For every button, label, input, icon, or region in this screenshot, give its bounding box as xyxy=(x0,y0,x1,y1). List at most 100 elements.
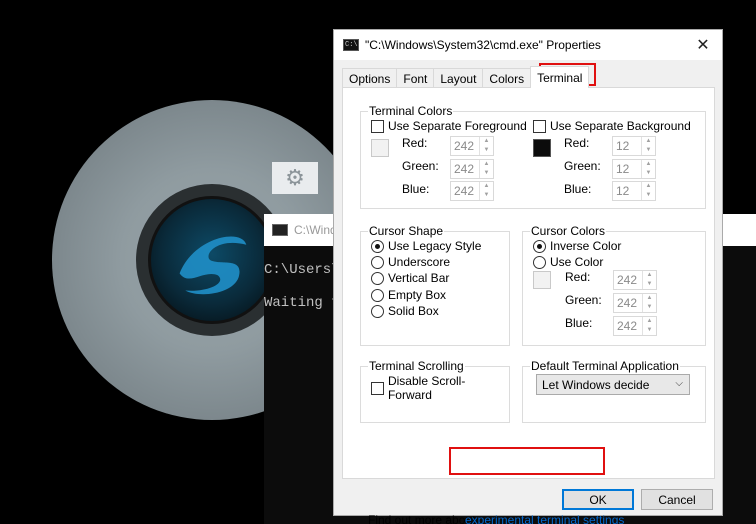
spin-down-icon[interactable]: ▼ xyxy=(642,191,655,200)
dialog-titlebar[interactable]: C:\ "C:\Windows\System32\cmd.exe" Proper… xyxy=(334,30,722,60)
tab-terminal[interactable]: Terminal xyxy=(530,66,590,88)
spin-up-icon[interactable]: ▲ xyxy=(643,271,656,280)
radio-button[interactable] xyxy=(371,239,384,253)
cursor-colors-group: Cursor Colors Inverse Color Use Color Re… xyxy=(522,224,706,346)
group-title: Cursor Shape xyxy=(368,224,445,238)
spin-down-icon[interactable]: ▼ xyxy=(643,303,656,312)
dropdown-value: Let Windows decide xyxy=(542,377,650,392)
cmd-icon xyxy=(272,224,288,236)
cursor-green-spinner[interactable]: 242 ▲ ▼ xyxy=(613,293,657,313)
foreground-red-spinner[interactable]: 242 ▲ ▼ xyxy=(450,136,494,156)
spinner-value[interactable]: 12 xyxy=(613,182,641,200)
ok-button[interactable]: OK xyxy=(562,489,634,510)
spin-up-icon[interactable]: ▲ xyxy=(480,160,493,169)
tab-strip: Options Font Layout Colors Terminal xyxy=(342,66,590,88)
spinner-value[interactable]: 242 xyxy=(451,137,479,155)
spin-down-icon[interactable]: ▼ xyxy=(642,169,655,178)
spin-down-icon[interactable]: ▼ xyxy=(480,146,493,155)
close-icon[interactable]: ✕ xyxy=(688,30,718,60)
tab-colors[interactable]: Colors xyxy=(482,68,532,88)
spin-down-icon[interactable]: ▼ xyxy=(643,280,656,289)
cmd-icon: C:\ xyxy=(343,39,359,51)
cursor-red-spinner[interactable]: 242 ▲ ▼ xyxy=(613,270,657,290)
spin-down-icon[interactable]: ▼ xyxy=(480,191,493,200)
dialog-title: "C:\Windows\System32\cmd.exe" Properties xyxy=(365,38,601,52)
spin-up-icon[interactable]: ▲ xyxy=(642,137,655,146)
app-logo-icon xyxy=(148,196,276,324)
experimental-settings-link[interactable]: experimental terminal settings xyxy=(465,513,624,524)
blue-label: Blue: xyxy=(402,182,430,196)
spinner-value[interactable]: 242 xyxy=(614,271,642,289)
radio-label: Vertical Bar xyxy=(388,271,450,285)
spinner-value[interactable]: 242 xyxy=(451,182,479,200)
red-label: Red: xyxy=(564,136,590,150)
checkbox-label: Use Separate Background xyxy=(550,119,691,133)
radio-use-legacy-style[interactable]: Use Legacy Style xyxy=(371,239,481,253)
tab-font[interactable]: Font xyxy=(396,68,435,88)
cursor-color-swatch xyxy=(533,271,551,289)
radio-button[interactable] xyxy=(371,271,384,285)
radio-empty-box[interactable]: Empty Box xyxy=(371,288,446,302)
red-label: Red: xyxy=(402,136,428,150)
background-green-spinner[interactable]: 12 ▲ ▼ xyxy=(612,159,656,179)
default-terminal-group: Default Terminal Application Let Windows… xyxy=(522,359,706,423)
spin-up-icon[interactable]: ▲ xyxy=(480,137,493,146)
spin-down-icon[interactable]: ▼ xyxy=(480,169,493,178)
spin-up-icon[interactable]: ▲ xyxy=(643,317,656,326)
radio-solid-box[interactable]: Solid Box xyxy=(371,304,439,318)
radio-button[interactable] xyxy=(533,255,546,269)
radio-button[interactable] xyxy=(371,288,384,302)
console-line: Waiting f xyxy=(264,295,340,311)
tab-options[interactable]: Options xyxy=(342,68,398,88)
link-highlight xyxy=(449,447,605,475)
radio-button[interactable] xyxy=(533,239,546,253)
default-terminal-dropdown[interactable]: Let Windows decide ⌵ xyxy=(536,374,690,395)
group-title: Default Terminal Application xyxy=(530,359,680,373)
checkbox-label: Use Separate Foreground xyxy=(388,119,527,133)
spin-up-icon[interactable]: ▲ xyxy=(643,294,656,303)
radio-label: Underscore xyxy=(388,255,451,269)
radio-button[interactable] xyxy=(371,304,384,318)
radio-inverse-color[interactable]: Inverse Color xyxy=(533,239,621,253)
spin-down-icon[interactable]: ▼ xyxy=(642,146,655,155)
background-blue-spinner[interactable]: 12 ▲ ▼ xyxy=(612,181,656,201)
radio-use-color[interactable]: Use Color xyxy=(533,255,603,269)
foreground-blue-spinner[interactable]: 242 ▲ ▼ xyxy=(450,181,494,201)
spinner-value[interactable]: 242 xyxy=(451,160,479,178)
cursor-shape-group: Cursor Shape Use Legacy Style Underscore… xyxy=(360,224,510,346)
checkbox-box[interactable] xyxy=(371,119,384,133)
spinner-value[interactable]: 12 xyxy=(613,160,641,178)
background-red-spinner[interactable]: 12 ▲ ▼ xyxy=(612,136,656,156)
find-out-more-text: Find out more about xyxy=(368,513,476,524)
blue-label: Blue: xyxy=(565,316,593,330)
cursor-blue-spinner[interactable]: 242 ▲ ▼ xyxy=(613,316,657,336)
blue-label: Blue: xyxy=(564,182,592,196)
disable-scroll-forward-checkbox[interactable]: Disable Scroll-Forward xyxy=(371,374,509,402)
spin-down-icon[interactable]: ▼ xyxy=(643,326,656,335)
spinner-value[interactable]: 242 xyxy=(614,317,642,335)
radio-vertical-bar[interactable]: Vertical Bar xyxy=(371,271,449,285)
tab-layout[interactable]: Layout xyxy=(433,68,484,88)
checkbox-box[interactable] xyxy=(371,381,384,395)
terminal-scrolling-group: Terminal Scrolling Disable Scroll-Forwar… xyxy=(360,359,510,423)
spin-up-icon[interactable]: ▲ xyxy=(642,160,655,169)
chevron-down-icon[interactable]: ⌵ xyxy=(675,378,683,389)
use-separate-foreground-checkbox[interactable]: Use Separate Foreground xyxy=(371,119,527,133)
radio-button[interactable] xyxy=(371,255,384,269)
spin-up-icon[interactable]: ▲ xyxy=(480,182,493,191)
checkbox-label: Disable Scroll-Forward xyxy=(387,374,466,402)
terminal-colors-group: Terminal Colors Use Separate Foreground … xyxy=(360,104,706,209)
spinner-value[interactable]: 12 xyxy=(613,137,641,155)
green-label: Green: xyxy=(565,293,602,307)
radio-label: Empty Box xyxy=(388,288,447,302)
foreground-color-swatch xyxy=(371,139,389,157)
foreground-green-spinner[interactable]: 242 ▲ ▼ xyxy=(450,159,494,179)
spinner-value[interactable]: 242 xyxy=(614,294,642,312)
gear-icon[interactable]: ⚙ xyxy=(272,162,318,194)
use-separate-background-checkbox[interactable]: Use Separate Background xyxy=(533,119,691,133)
spin-up-icon[interactable]: ▲ xyxy=(642,182,655,191)
checkbox-box[interactable] xyxy=(533,119,546,133)
console-line: C:\Users\ xyxy=(264,262,340,278)
cancel-button[interactable]: Cancel xyxy=(641,489,713,510)
radio-underscore[interactable]: Underscore xyxy=(371,255,450,269)
